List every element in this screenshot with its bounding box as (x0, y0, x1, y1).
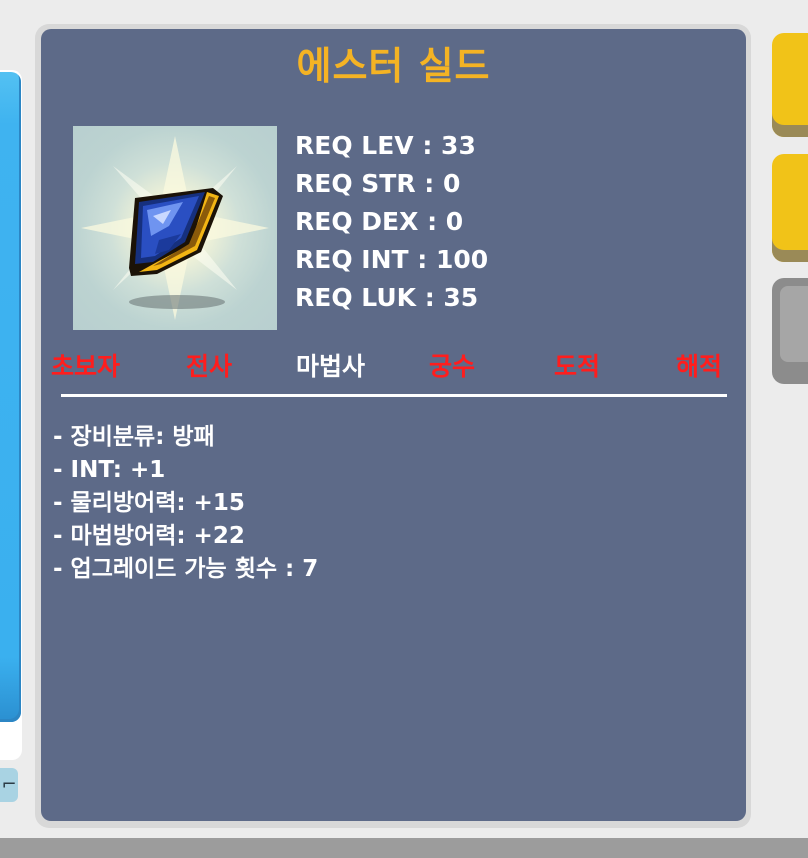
item-image (73, 126, 277, 330)
divider (61, 394, 727, 397)
item-name: 에스터 실드 (296, 44, 491, 88)
class-pirate: 해적 (676, 352, 723, 381)
side-button-2[interactable] (772, 154, 808, 262)
left-scrollbar[interactable] (0, 72, 21, 722)
side-button-1[interactable] (772, 33, 808, 137)
class-warrior: 전사 (186, 352, 233, 381)
stat-int: - INT: +1 (53, 457, 166, 483)
item-stats: - 장비분류: 방패 - INT: +1 - 물리방어력: +15 - 마법방어… (53, 421, 318, 586)
side-button-disabled-face (780, 286, 808, 362)
class-archer: 궁수 (429, 352, 476, 381)
bottom-bar (0, 838, 808, 858)
stat-category: - 장비분류: 방패 (53, 424, 215, 450)
stat-magic-defense: - 마법방어력: +22 (53, 523, 245, 549)
stat-physical-defense: - 물리방어력: +15 (53, 490, 245, 516)
item-tooltip-panel: 에스터 실드 REQ LEV : 33 REQ STR: 0 REQ DEX … (41, 29, 746, 821)
req-luk: REQ LUK : 35 (295, 283, 479, 312)
app-screen: ⌐ 에스터 실드 REQ LEV: 33 REQ STR: 0 REQ DE… (0, 0, 808, 858)
class-restrictions: 초보자 전사 마법사 궁수 도적 해적 (51, 347, 731, 387)
requirements-list: REQ LEV : 33 REQ STR : 0 REQ DEX : 0 REQ… (295, 127, 488, 317)
stairs-icon[interactable]: ⌐ (0, 768, 18, 802)
req-dex: REQ DEX : 0 (295, 207, 464, 236)
class-magician: 마법사 (296, 352, 366, 381)
side-button-disabled[interactable] (772, 278, 808, 384)
class-beginner: 초보자 (51, 352, 121, 381)
stat-upgrade-slots: - 업그레이드 가능 횟수 : 7 (53, 556, 319, 582)
class-thief: 도적 (554, 352, 601, 381)
req-level: REQ LEV : 33 (295, 131, 476, 160)
req-str: REQ STR : 0 (295, 169, 461, 198)
blue-shield-icon (81, 136, 269, 320)
req-int: REQ INT : 100 (295, 245, 489, 274)
